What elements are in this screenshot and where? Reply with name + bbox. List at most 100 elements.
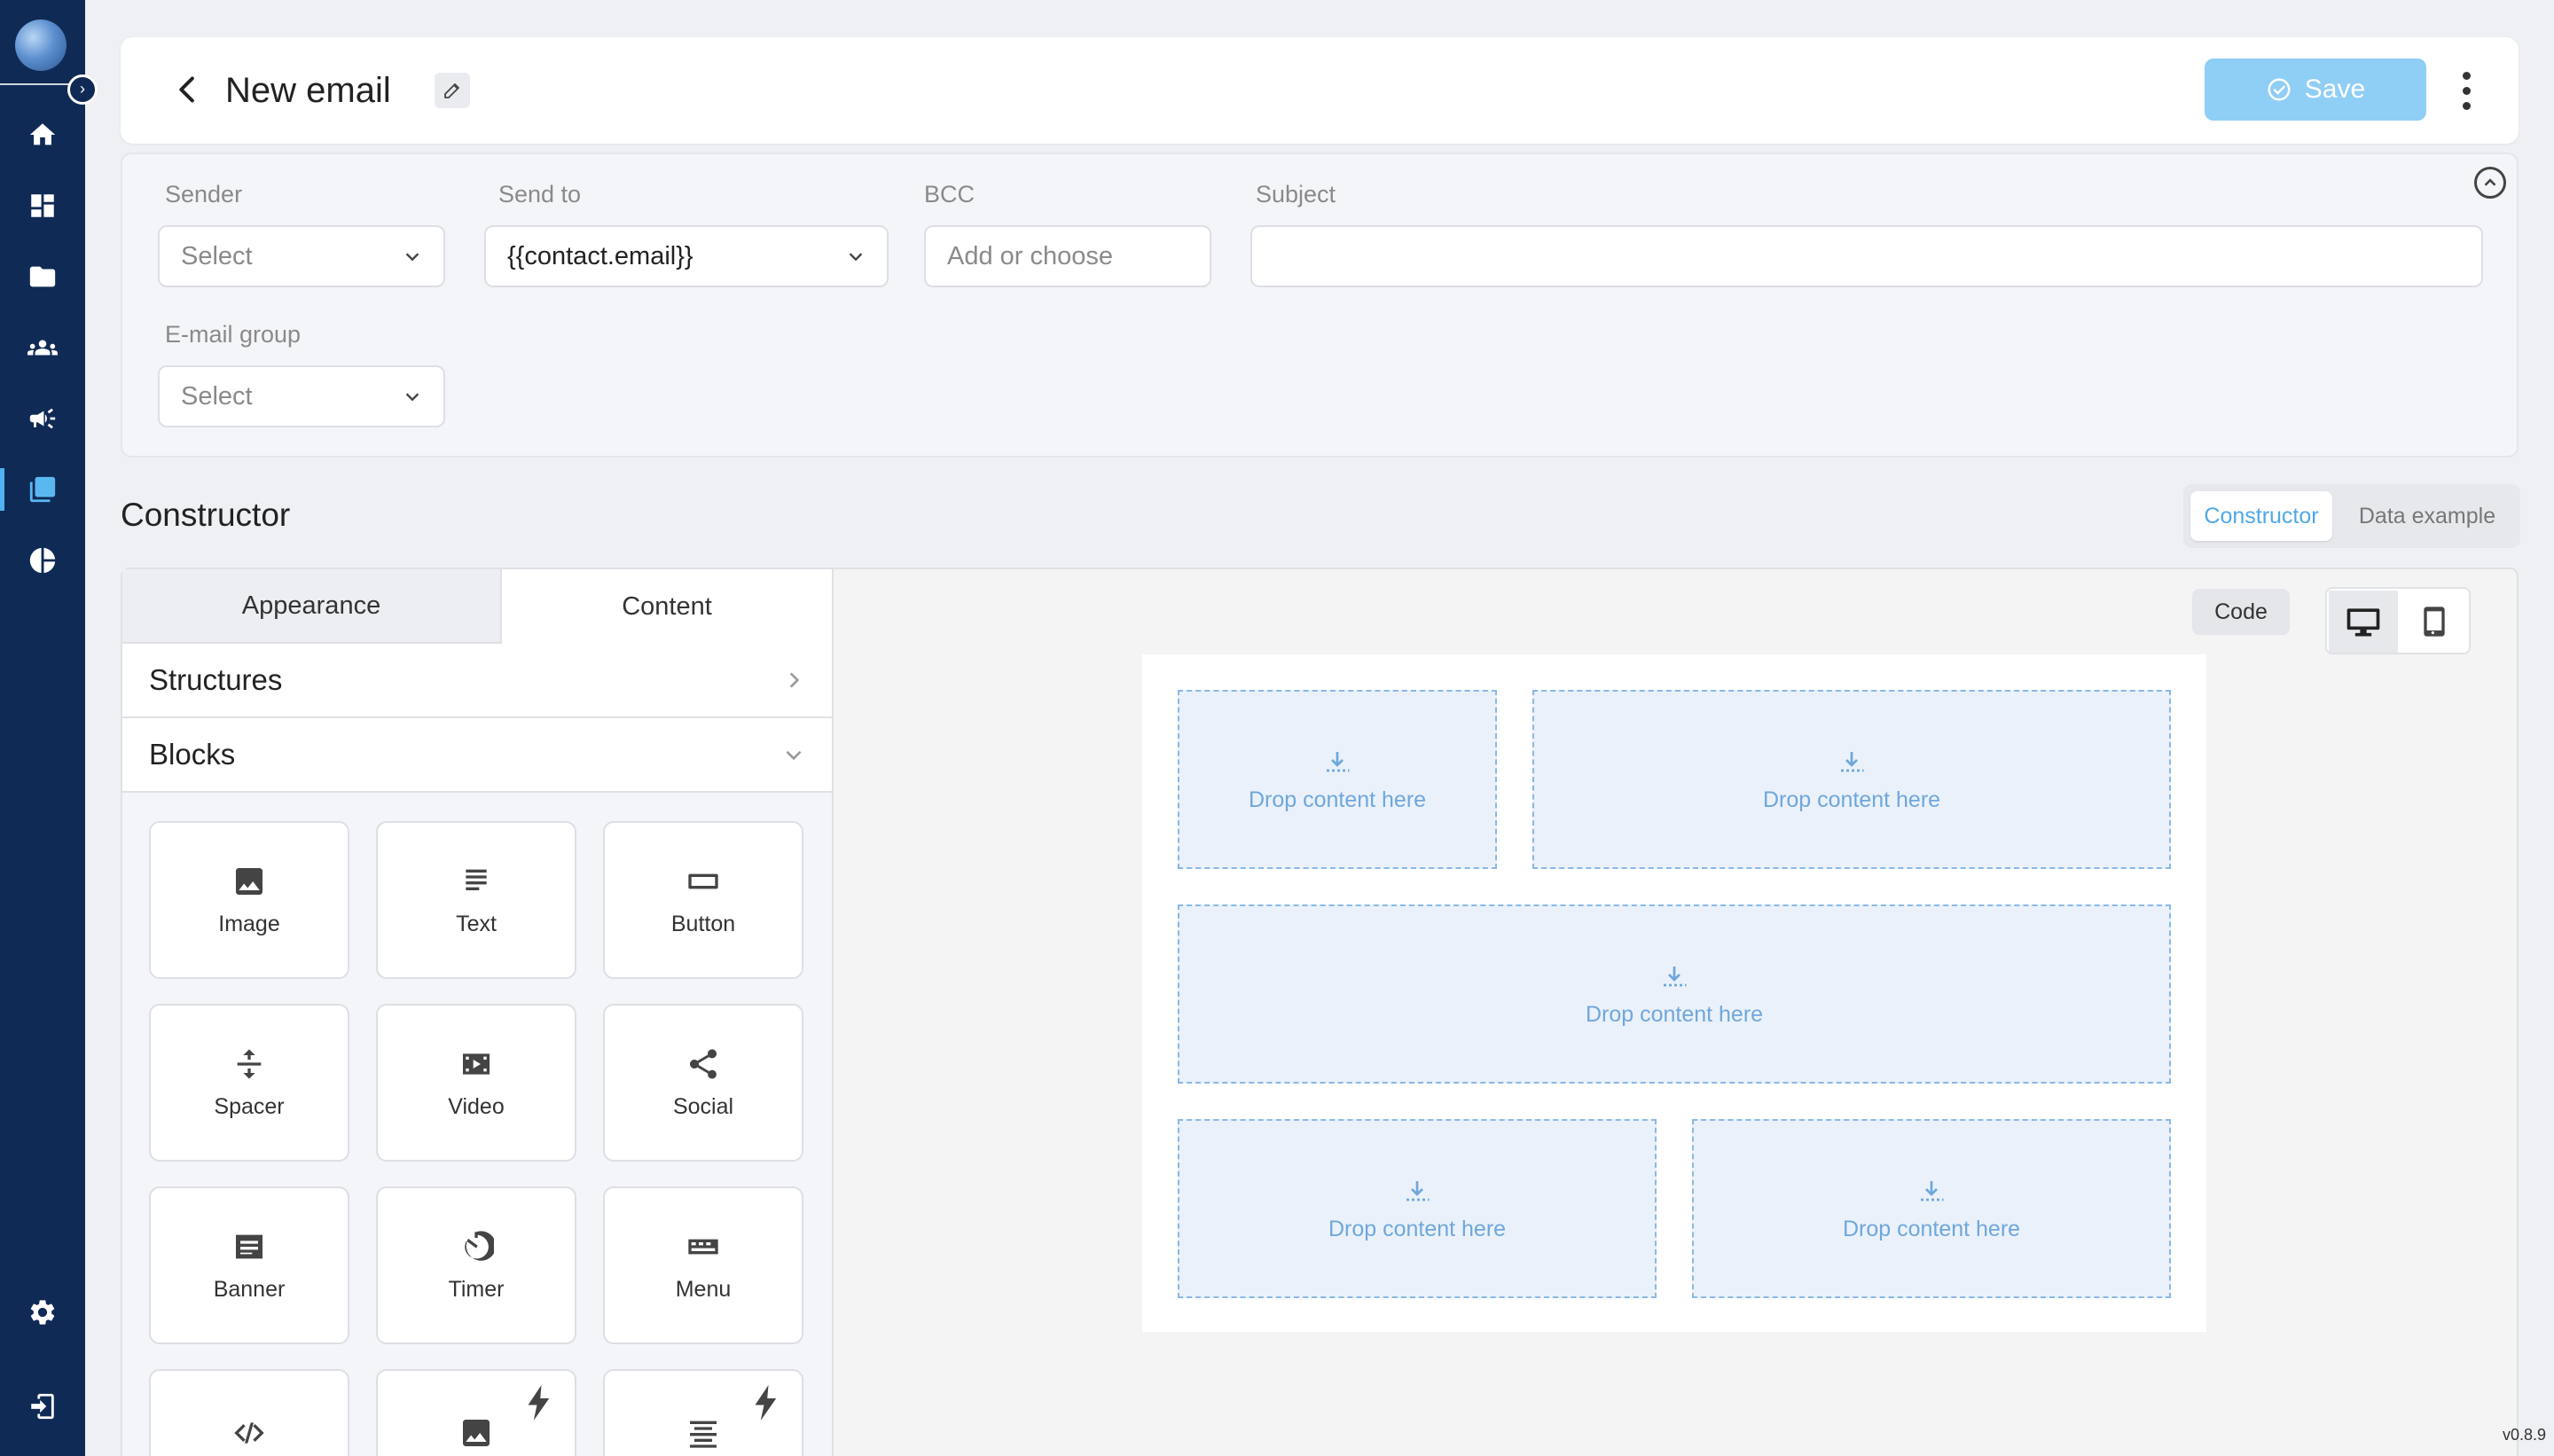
email-settings-form: Sender Select Send to {{contact.email}} … [121,153,2519,458]
app-logo[interactable] [15,20,67,71]
structures-label: Structures [149,663,283,696]
folder-icon[interactable] [25,259,60,294]
block-image-label: Image [218,911,280,936]
block-spacer-label: Spacer [214,1093,285,1119]
chevron-right-icon [789,672,800,688]
sender-select[interactable]: Select [158,225,445,287]
lightning-icon [755,1385,777,1421]
video-icon [463,1053,490,1075]
analytics-icon[interactable] [25,543,60,578]
drop-arrow-icon [1406,1180,1430,1201]
active-nav-indicator [0,468,4,511]
blocks-section[interactable]: Blocks [122,718,832,793]
version-label: v0.8.9 [2503,1426,2547,1444]
campaign-icon[interactable] [25,401,60,436]
send-to-value: {{contact.email}} [507,241,693,270]
pencil-icon[interactable] [435,73,470,108]
drop-zone[interactable]: Drop content here [1178,904,2171,1084]
drop-label: Drop content here [1842,1216,2021,1241]
device-toggle [2325,587,2471,654]
logout-icon[interactable] [25,1389,60,1424]
page-header: New email Save [121,37,2519,144]
block-video[interactable]: Video [376,1004,576,1162]
home-icon[interactable] [25,117,60,153]
templates-icon[interactable] [25,472,60,507]
image-icon [463,1420,490,1446]
bcc-input[interactable]: Add or choose [924,225,1211,287]
dashboard-icon[interactable] [25,188,60,223]
sidebar-expand-button[interactable]: › [67,74,98,105]
text-icon [466,869,487,890]
tab-data-example[interactable]: Data example [2341,491,2513,541]
block-text-label: Text [456,911,497,936]
align-text-icon [690,1421,717,1448]
block-dynamic-text[interactable] [603,1369,803,1456]
bcc-placeholder: Add or choose [947,241,1114,270]
drop-arrow-icon [1841,751,1864,771]
block-social-label: Social [672,1093,734,1119]
drop-zone[interactable]: Drop content here [1692,1119,2171,1298]
drop-zone[interactable]: Drop content here [1532,690,2171,869]
share-icon [690,1048,717,1079]
save-button-label: Save [2304,74,2366,104]
desktop-icon[interactable] [2329,591,2398,653]
sender-placeholder: Select [181,241,253,270]
tab-content[interactable]: Content [502,569,832,644]
spacer-icon [237,1048,262,1079]
timer-icon [465,1230,494,1261]
more-options-icon[interactable] [2453,64,2480,117]
constructor-title: Constructor [121,497,291,533]
view-toggle: Constructor Data example [2183,484,2520,548]
collapse-form-icon[interactable] [2474,167,2506,199]
block-button[interactable]: Button [603,821,803,979]
drop-label: Drop content here [1585,1001,1764,1027]
block-video-label: Video [448,1093,505,1119]
button-icon [688,873,718,888]
email-group-select[interactable]: Select [158,365,445,427]
block-timer[interactable]: Timer [376,1186,576,1344]
check-circle-icon [2268,78,2291,101]
save-button[interactable]: Save [2205,59,2426,121]
block-text[interactable]: Text [376,821,576,979]
drop-label: Drop content here [1248,787,1427,812]
bcc-label: BCC [924,181,975,207]
chevron-down-icon [786,750,802,761]
code-button[interactable]: Code [2192,589,2290,635]
image-icon [236,867,262,895]
drop-label: Drop content here [1762,787,1941,812]
tab-constructor[interactable]: Constructor [2190,491,2332,541]
code-icon [234,1422,264,1444]
settings-icon[interactable] [25,1295,60,1330]
blocks-label: Blocks [149,738,236,771]
send-to-label: Send to [498,181,582,207]
block-spacer[interactable]: Spacer [149,1004,349,1162]
back-arrow-icon[interactable] [165,67,209,112]
block-image[interactable]: Image [149,821,349,979]
drop-arrow-icon [1664,966,1687,986]
mobile-icon[interactable] [2400,591,2469,653]
contacts-icon[interactable] [25,330,60,365]
subject-label: Subject [1256,181,1336,207]
lightning-icon [528,1385,550,1421]
chevron-down-icon [405,253,419,262]
tab-appearance[interactable]: Appearance [122,569,502,644]
drop-zone[interactable]: Drop content here [1178,1119,1657,1298]
block-timer-label: Timer [448,1276,505,1302]
chevron-down-icon [849,253,863,262]
block-social[interactable]: Social [603,1004,803,1162]
subject-input[interactable] [1250,225,2483,287]
block-html[interactable] [149,1369,349,1456]
builder-side-panel: Appearance Content Structures Blocks Ima… [122,569,834,1456]
block-dynamic-image[interactable] [376,1369,576,1456]
block-banner-label: Banner [213,1276,286,1302]
drop-arrow-icon [1327,751,1350,771]
block-banner[interactable]: Banner [149,1186,349,1344]
chevron-down-icon [405,393,419,402]
send-to-select[interactable]: {{contact.email}} [484,225,889,287]
drop-zone[interactable]: Drop content here [1178,690,1497,869]
block-menu[interactable]: Menu [603,1186,803,1344]
structures-section[interactable]: Structures [122,644,832,718]
drop-arrow-icon [1921,1180,1944,1201]
email-group-label: E-mail group [165,321,302,348]
page-title: New email [225,71,391,110]
